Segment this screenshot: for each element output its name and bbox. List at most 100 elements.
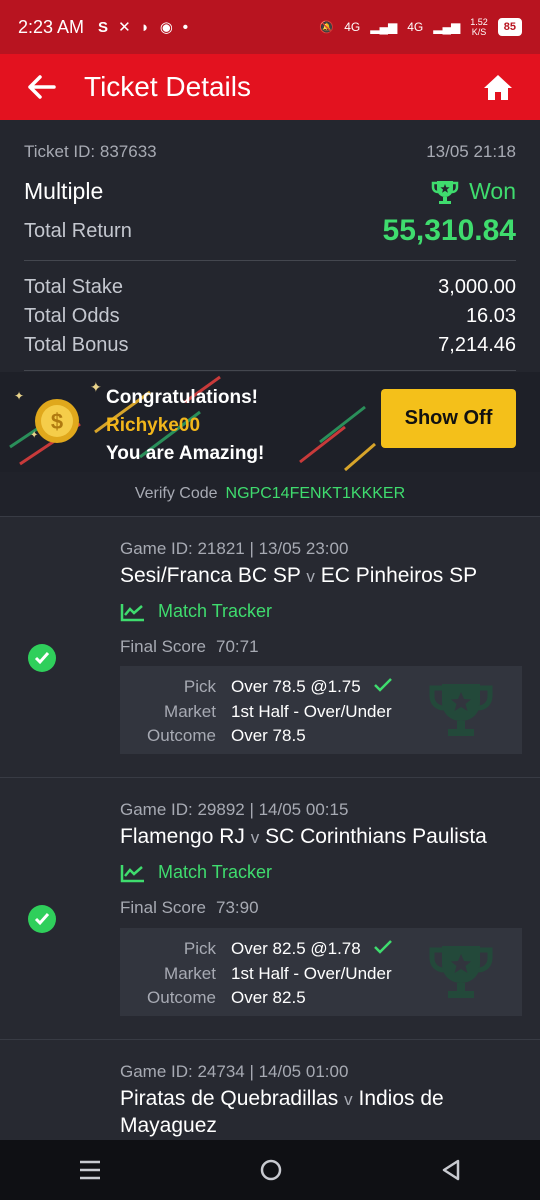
- outcome-value: Over 78.5: [231, 726, 306, 745]
- signal-icon-1: ▂▄▆: [370, 20, 398, 34]
- versus-label: v: [344, 1090, 353, 1109]
- svg-text:$: $: [51, 409, 63, 434]
- ticket-id: Ticket ID: 837633: [24, 142, 157, 161]
- trophy-icon: [431, 180, 459, 204]
- page-title: Ticket Details: [84, 71, 252, 102]
- amazing-line: You are Amazing!: [106, 443, 265, 464]
- market-value: 1st Half - Over/Under: [231, 963, 392, 983]
- outcome-label: Outcome: [147, 726, 216, 745]
- svg-text:✦: ✦: [90, 379, 102, 395]
- pick-label: Pick: [183, 939, 216, 958]
- show-off-button[interactable]: Show Off: [381, 389, 516, 448]
- username: Richyke00: [106, 415, 201, 436]
- match-tracker-link[interactable]: Match Tracker: [120, 601, 272, 622]
- home-icon: [484, 75, 512, 100]
- total-odds-label: Total Odds: [24, 305, 120, 327]
- match-tracker-link[interactable]: Match Tracker: [120, 862, 272, 883]
- total-stake-label: Total Stake: [24, 276, 123, 298]
- back-button[interactable]: [24, 69, 60, 105]
- pick-label: Pick: [183, 677, 216, 696]
- versus-label: v: [306, 567, 315, 586]
- divider: [24, 260, 516, 261]
- app-notification-icon: ◗: [140, 18, 150, 36]
- verify-code-label: Verify Code: [134, 485, 218, 502]
- total-odds-value: 16.03: [465, 305, 516, 327]
- more-notifications-dot-icon: •: [182, 18, 189, 36]
- system-nav-bar: [0, 1140, 540, 1200]
- game-card: Game ID: 21821 | 13/05 23:00 Sesi/Franca…: [0, 516, 540, 777]
- total-stake-value: 3,000.00: [438, 276, 516, 298]
- x-notification-icon: ✕: [118, 19, 131, 36]
- app-header: Ticket Details: [0, 54, 540, 120]
- ticket-summary: Ticket ID: 837633 13/05 21:18 Multiple W…: [0, 120, 540, 372]
- match-tracker-label: Match Tracker: [158, 601, 273, 621]
- back-arrow-icon: [28, 75, 56, 99]
- pick-labels: Pick Market Outcome: [147, 937, 216, 1011]
- watermark-trophy-icon: [429, 946, 493, 998]
- pick-check-icon: [374, 678, 393, 692]
- mute-icon: 🔕: [319, 20, 335, 34]
- recent-apps-icon[interactable]: [78, 1159, 102, 1181]
- gold-coin-icon: $: [35, 399, 79, 443]
- snapchat-notification-icon: ◉: [159, 19, 173, 36]
- game-id: Game ID: 24734 | 14/05 01:00: [120, 1062, 349, 1081]
- status-bar: 2:23 AM S ✕ ◗ ◉ • 🔕 4G ▂▄▆ 4G ▂▄▆ 1.52 K…: [0, 0, 540, 54]
- away-team: SC Corinthians Paulista: [265, 825, 487, 848]
- total-return-value: 55,310.84: [382, 214, 516, 247]
- pick-labels: Pick Market Outcome: [147, 675, 216, 749]
- pick-value: Over 78.5 @1.75: [231, 677, 361, 696]
- outcome-value: Over 82.5: [231, 988, 306, 1007]
- game-card: Game ID: 24734 | 14/05 01:00 Piratas de …: [0, 1039, 540, 1140]
- status-text: Won: [469, 178, 516, 204]
- game-teams: Piratas de Quebradillas v Indios de Maya…: [120, 1086, 516, 1139]
- pick-value: Over 82.5 @1.78: [231, 939, 361, 958]
- status-badge: Won: [431, 178, 516, 205]
- final-score: Final Score 70:71: [120, 637, 259, 657]
- line-chart-icon: [120, 603, 144, 621]
- win-check-icon: [28, 905, 56, 933]
- home-button[interactable]: [480, 69, 516, 105]
- congratulations-banner: ✦ ✦ ✦ $ Congratulations! Richyke00 You a…: [0, 372, 540, 472]
- pick-row: Over 78.5 @1.75: [231, 675, 393, 700]
- ticket-datetime: 13/05 21:18: [426, 142, 516, 161]
- outcome-label: Outcome: [147, 988, 216, 1007]
- game-card: Game ID: 29892 | 14/05 00:15 Flamengo RJ…: [0, 777, 540, 1039]
- pick-row: Over 82.5 @1.78: [231, 937, 393, 962]
- pick-details: Pick Market Outcome Over 82.5 @1.78 1st …: [120, 928, 522, 1016]
- network-2: 4G: [407, 20, 424, 34]
- market-value: 1st Half - Over/Under: [231, 701, 392, 721]
- market-label: Market: [164, 701, 216, 721]
- pick-values: Over 78.5 @1.75 1st Half - Over/Under Ov…: [231, 675, 393, 749]
- final-score-value: 73:90: [215, 898, 259, 917]
- game-teams: Sesi/Franca BC SP v EC Pinheiros SP: [120, 563, 516, 590]
- pick-details: Pick Market Outcome Over 78.5 @1.75 1st …: [120, 666, 522, 754]
- total-return-label: Total Return: [24, 219, 132, 242]
- total-bonus-value: 7,214.46: [438, 334, 516, 356]
- line-chart-icon: [120, 864, 144, 882]
- svg-text:✦: ✦: [14, 389, 24, 403]
- verify-code-row: Verify Code NGPC14FENKT1KKKER: [0, 472, 540, 516]
- verify-code-value[interactable]: NGPC14FENKT1KKKER: [226, 485, 406, 503]
- home-team: Sesi/Franca BC SP: [120, 564, 301, 587]
- pick-check-icon: [374, 940, 393, 954]
- final-score-label: Final Score: [120, 637, 206, 656]
- status-time: 2:23 AM: [18, 16, 85, 37]
- network-1: 4G: [344, 20, 361, 34]
- signal-icon-2: ▂▄▆: [433, 20, 461, 34]
- back-triangle-icon[interactable]: [440, 1158, 462, 1182]
- match-tracker-label: Match Tracker: [158, 862, 273, 882]
- home-team: Flamengo RJ: [120, 825, 245, 848]
- away-team: EC Pinheiros SP: [320, 564, 478, 587]
- final-score-label: Final Score: [120, 898, 206, 917]
- battery-indicator: 85: [497, 18, 522, 36]
- game-id: Game ID: 29892 | 14/05 00:15: [120, 800, 349, 819]
- bet-type: Multiple: [24, 178, 104, 204]
- congrats-line: Congratulations!: [106, 387, 258, 408]
- sportybet-notification-icon: S: [98, 18, 109, 36]
- game-id: Game ID: 21821 | 13/05 23:00: [120, 539, 349, 558]
- game-teams: Flamengo RJ v SC Corinthians Paulista: [120, 824, 516, 851]
- home-team: Piratas de Quebradillas: [120, 1087, 339, 1110]
- home-circle-icon[interactable]: [259, 1158, 283, 1182]
- market-label: Market: [164, 963, 216, 983]
- final-score: Final Score 73:90: [120, 898, 259, 918]
